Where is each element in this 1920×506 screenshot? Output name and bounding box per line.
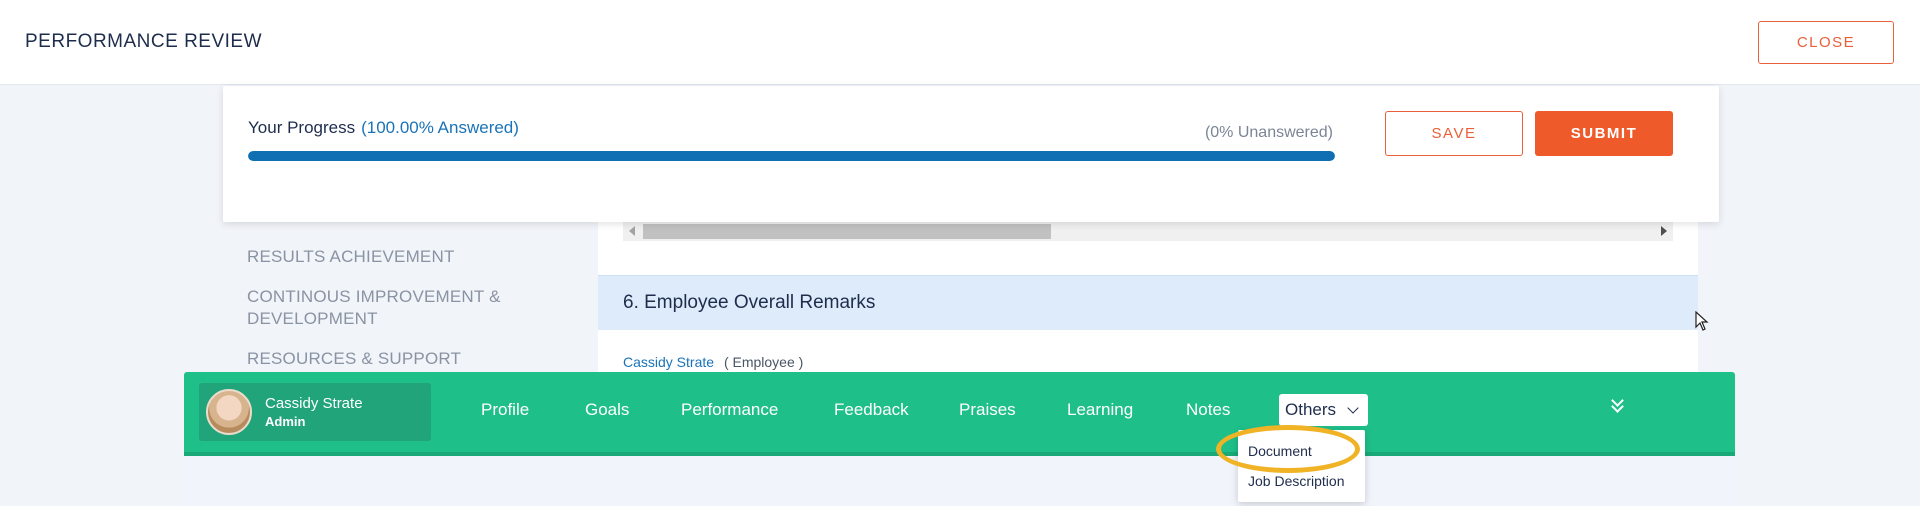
section-title: 6. Employee Overall Remarks xyxy=(623,292,876,313)
tab-praises[interactable]: Praises xyxy=(959,400,1016,420)
mouse-cursor-icon xyxy=(1695,311,1709,331)
tab-profile[interactable]: Profile xyxy=(481,400,529,420)
horizontal-scrollbar[interactable] xyxy=(623,222,1673,241)
tab-performance[interactable]: Performance xyxy=(681,400,778,420)
scroll-right-icon[interactable] xyxy=(1661,226,1667,236)
progress-answered: (100.00% Answered) xyxy=(361,118,519,137)
collapse-double-chevron-icon[interactable] xyxy=(1609,394,1629,420)
save-button[interactable]: SAVE xyxy=(1385,111,1523,156)
progress-bar xyxy=(248,151,1335,161)
scroll-left-icon[interactable] xyxy=(629,226,635,236)
tab-learning[interactable]: Learning xyxy=(1067,400,1133,420)
tab-others[interactable]: Others xyxy=(1279,394,1368,426)
progress-unanswered: (0% Unanswered) xyxy=(1204,124,1333,141)
highlight-ellipse xyxy=(1216,425,1360,473)
page-header: PERFORMANCE REVIEW CLOSE xyxy=(0,0,1920,85)
user-role: Admin xyxy=(265,414,306,429)
page-title: PERFORMANCE REVIEW xyxy=(25,31,263,52)
author-role: ( Employee ) xyxy=(723,354,804,370)
tab-notes[interactable]: Notes xyxy=(1186,400,1230,420)
progress-bar-fill xyxy=(248,151,1335,161)
section-nav: RESULTS ACHIEVEMENT CONTINOUS IMPROVEMEN… xyxy=(247,246,547,388)
nav-item-results-achievement[interactable]: RESULTS ACHIEVEMENT xyxy=(247,246,547,268)
close-button[interactable]: CLOSE xyxy=(1758,21,1894,64)
tab-goals[interactable]: Goals xyxy=(585,400,629,420)
chevron-down-icon xyxy=(1347,402,1359,414)
author-name[interactable]: Cassidy Strate xyxy=(623,354,714,370)
bottom-panel-body xyxy=(184,456,1735,506)
progress-title: Your Progress xyxy=(248,118,356,137)
nav-item-continous-improvement[interactable]: CONTINOUS IMPROVEMENT & DEVELOPMENT xyxy=(247,286,547,330)
progress-label: Your Progress (100.00% Answered) xyxy=(248,118,519,138)
tab-feedback[interactable]: Feedback xyxy=(834,400,909,420)
bar-bottom-strip xyxy=(184,452,1735,456)
user-card[interactable]: Cassidy Strate Admin xyxy=(199,383,431,441)
scrollbar-thumb[interactable] xyxy=(643,224,1051,239)
employee-bottom-bar: Cassidy Strate Admin Profile Goals Perfo… xyxy=(184,372,1735,456)
menu-item-job-description[interactable]: Job Description xyxy=(1248,473,1345,489)
progress-card: Your Progress (100.00% Answered) (0% Unan… xyxy=(223,86,1719,222)
submit-button[interactable]: SUBMIT xyxy=(1535,111,1673,156)
avatar xyxy=(206,389,252,435)
nav-item-resources-support[interactable]: RESOURCES & SUPPORT xyxy=(247,348,547,370)
user-name: Cassidy Strate xyxy=(265,395,363,412)
remark-author: Cassidy Strate ( Employee ) xyxy=(623,354,803,370)
section-header: 6. Employee Overall Remarks xyxy=(598,275,1698,330)
tab-others-label: Others xyxy=(1285,400,1337,419)
